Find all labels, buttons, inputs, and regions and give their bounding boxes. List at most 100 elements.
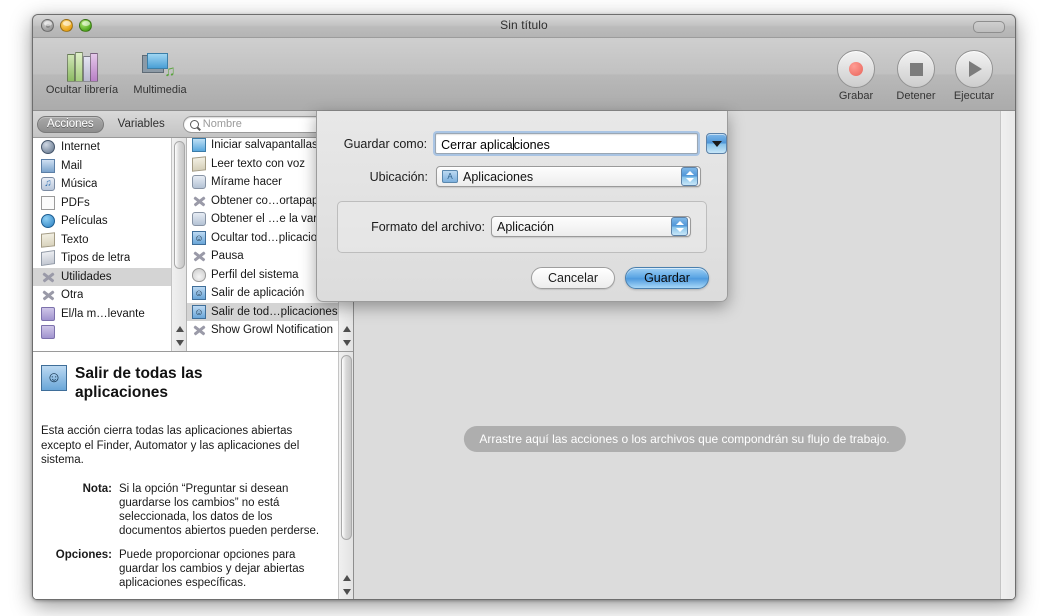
description-scrollbar[interactable] [338,352,353,599]
applications-folder-icon: A [442,170,458,183]
toolbar-media-button[interactable]: ♫ Multimedia [121,50,199,96]
sidebar-item-musica[interactable]: ♫ Música [33,175,171,194]
scroll-down-button[interactable] [339,585,353,599]
toolbar-record-button[interactable]: Grabar [829,50,883,102]
globe-icon [41,140,55,154]
save-name-label: Guardar como: [343,136,428,151]
sidebar-item-internet[interactable]: Internet [33,138,171,157]
speak-icon [192,155,206,172]
scroll-up-button[interactable] [172,322,186,336]
save-sheet-dialog: Guardar como: Cerrar aplicaciones Ubicac… [316,111,728,302]
search-icon [189,119,199,129]
watchme-icon [192,175,206,189]
music-icon: ♫ [41,177,55,191]
folder-icon [41,306,55,321]
folder-icon [41,325,55,339]
action-item-show-growl-notification[interactable]: Show Growl Notification [187,321,338,340]
screensaver-icon [192,138,206,152]
save-location-row: Ubicación: A Aplicaciones [317,166,727,187]
action-item-salir-de-todas-las-aplicaciones[interactable]: ☺ Salir de tod…plicaciones [187,302,338,321]
description-field-key: Opciones: [55,548,112,561]
action-item-label: Show Growl Notification [211,324,334,337]
action-description-title: Salir de todas las aplicaciones [75,365,203,401]
scroll-down-button[interactable] [172,336,186,350]
text-cursor [512,136,514,150]
location-popup-value: Aplicaciones [463,169,534,184]
toolbar-run-button[interactable]: Ejecutar [947,50,1001,102]
expand-dialog-button[interactable] [706,133,727,154]
sidebar-item-tipos-de-letra[interactable]: Tipos de letra [33,249,171,268]
category-list: Internet Mail ♫ Música PDFs Películas Te… [33,138,187,351]
toolbar-hide-library-button[interactable]: Ocultar librería [43,50,121,96]
utility-icon [192,249,206,263]
toolbar-stop-button[interactable]: Detener [889,50,943,102]
save-sheet-buttons: Cancelar Guardar [531,267,709,289]
sidebar-item-label: Texto [61,233,89,246]
description-field-value: Si la opción “Preguntar si desean guarda… [119,482,320,537]
action-item-label: Perfil del sistema [211,268,299,281]
scroll-up-button[interactable] [339,322,353,336]
format-popup-button[interactable]: Aplicación [491,216,691,237]
library-pane: Acciones Variables Nombre Internet Mail … [33,111,354,599]
format-popup-arrows [671,217,688,236]
workflow-scrollbar[interactable] [1000,111,1015,599]
description-field-value: Puede proporcionar opciones para guardar… [119,548,305,589]
sidebar-item-label: PDFs [61,196,90,209]
workflow-placeholder: Arrastre aquí las acciones o los archivo… [463,426,906,452]
action-item-label: Ocultar tod…plicacio [211,231,318,244]
save-format-row: Formato del archivo: Aplicación [338,216,706,237]
list-item[interactable] [33,323,171,342]
description-field-row: Nota: Si la opción “Preguntar si desean … [41,481,324,547]
save-location-label: Ubicación: [369,169,428,184]
sidebar-item-label: Tipos de letra [61,252,131,265]
sidebar-item-label: Mail [61,159,83,172]
window-titlebar: Sin título [33,15,1015,38]
chevron-down-icon [711,140,722,147]
action-item-label: Obtener el …e la var [211,213,318,226]
pdf-icon [41,195,55,210]
action-description-fields: Nota: Si la opción “Preguntar si desean … [41,481,324,599]
sidebar-item-texto[interactable]: Texto [33,231,171,250]
mail-icon [41,158,55,173]
text-icon [41,231,55,248]
scroll-up-button[interactable] [339,571,353,585]
toolbar-hide-library-label: Ocultar librería [45,84,119,96]
action-item-label: Mírame hacer [211,176,282,189]
location-popup-arrows [681,167,698,186]
save-name-row: Guardar como: Cerrar aplicaciones [317,133,727,154]
action-item-label: Iniciar salvapantallas [211,139,318,152]
utility-icon [41,270,55,284]
finder-icon: ☺ [41,365,67,391]
toolbar-media-label: Multimedia [133,84,187,96]
screen: Sin título Ocultar librería ♫ Multimedia… [0,0,1046,616]
format-popup-value: Aplicación [497,219,554,234]
save-name-input[interactable]: Cerrar aplicaciones [435,133,699,154]
finder-icon: ☺ [192,230,206,245]
tab-variables[interactable]: Variables [108,116,175,133]
toolbar-stop-label: Detener [896,90,936,102]
category-scrollbar[interactable] [171,138,186,351]
record-icon [837,50,875,88]
sidebar-item-peliculas[interactable]: Películas [33,212,171,231]
finder-icon: ☺ [192,304,206,319]
location-popup-button[interactable]: A Aplicaciones [436,166,701,187]
save-format-label: Formato del archivo: [371,219,485,234]
sidebar-item-label: Internet [61,141,100,154]
toolbar-toggle-button[interactable] [973,21,1005,33]
scroll-down-button[interactable] [339,336,353,350]
sidebar-item-utilidades[interactable]: Utilidades [33,267,171,286]
description-field-key: Nota: [82,482,112,495]
sidebar-item-label: Películas [61,215,108,228]
sidebar-item-mail[interactable]: Mail [33,157,171,176]
sidebar-item-otra[interactable]: Otra [33,286,171,305]
toolbar-run-label: Ejecutar [953,90,995,102]
automator-window: Sin título Ocultar librería ♫ Multimedia… [32,14,1016,600]
stop-icon [897,50,935,88]
font-icon [41,250,55,266]
sidebar-item-pdfs[interactable]: PDFs [33,194,171,213]
save-button[interactable]: Guardar [625,267,709,289]
cancel-button[interactable]: Cancelar [531,267,615,289]
description-field-row: Opciones: Puede proporcionar opciones pa… [41,547,324,599]
tab-acciones[interactable]: Acciones [37,115,104,133]
sidebar-item-el-la-mas-reciente[interactable]: El/la m…levante [33,305,171,324]
